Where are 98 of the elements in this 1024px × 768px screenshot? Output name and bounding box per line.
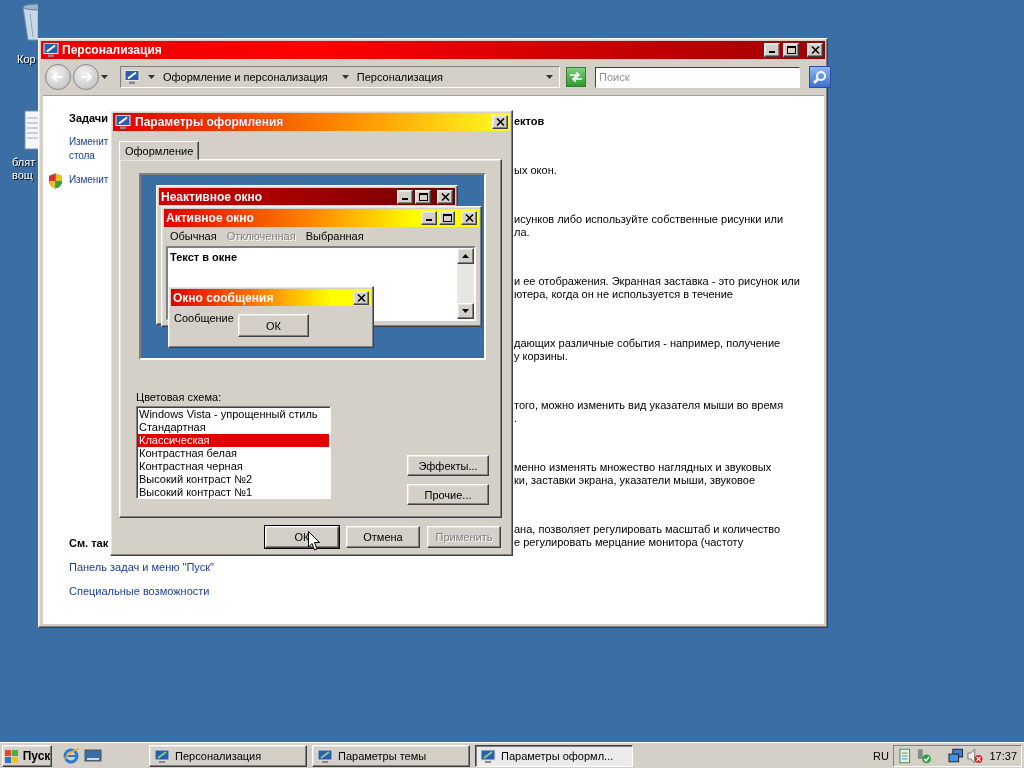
list-item[interactable]: Контрастная черная xyxy=(138,460,329,473)
dialog-button[interactable]: ОК xyxy=(265,526,339,548)
section-heading: См. так xyxy=(69,537,110,550)
show-desktop-icon[interactable] xyxy=(84,748,102,764)
maximize-button[interactable] xyxy=(439,211,455,225)
search-button[interactable] xyxy=(809,66,831,88)
ok-button[interactable]: ОК xyxy=(237,314,309,337)
tab[interactable]: Оформление xyxy=(119,141,200,160)
close-button[interactable] xyxy=(437,189,453,204)
section-heading: ектов xyxy=(514,115,546,128)
maximize-icon xyxy=(418,192,428,201)
description-text: ана, позволяет регулировать масштаб и количество е регулировать мерцание монитора (частоту xyxy=(514,523,782,549)
close-button[interactable] xyxy=(807,43,823,57)
list-item[interactable]: Высокий контраст №1 xyxy=(138,486,329,499)
section-heading: Задачи xyxy=(69,112,109,125)
maximize-button[interactable] xyxy=(783,43,799,57)
breadcrumb-link[interactable]: Персонализация xyxy=(356,71,443,83)
back-arrow-icon xyxy=(52,72,64,82)
browser-icon[interactable] xyxy=(62,747,80,765)
triangle-down-icon xyxy=(462,309,469,313)
list-label: Цветовая схема: xyxy=(136,391,222,403)
scroll-down-button[interactable] xyxy=(457,303,474,319)
list-item[interactable]: Windows Vista - упрощенный стиль xyxy=(138,408,329,421)
monitor-icon xyxy=(317,748,333,764)
color-scheme-list[interactable]: Windows Vista - упрощенный стиль Стандартная Классическая Контрастная белая Контрастная черная Высокий контраст №2 Высокий контраст №1 xyxy=(136,406,331,499)
monitor-icon xyxy=(154,748,170,764)
desktop-icon-label[interactable]: блят вощ xyxy=(12,156,36,182)
caret-icon[interactable] xyxy=(101,75,108,79)
triangle-up-icon xyxy=(462,254,469,258)
description-text: того, можно изменить вид указателя мыши во время . xyxy=(514,399,785,425)
search-icon xyxy=(813,70,827,84)
document-icon[interactable] xyxy=(24,110,38,150)
back-button[interactable] xyxy=(45,64,71,90)
caret-icon[interactable] xyxy=(546,75,553,79)
window-text: Текст в окне xyxy=(170,251,237,263)
description-text: ых окон. xyxy=(514,164,558,177)
monitor-icon xyxy=(124,69,140,85)
close-button[interactable] xyxy=(353,290,369,305)
dialog-button[interactable]: Эффекты... xyxy=(407,455,489,476)
forward-arrow-icon xyxy=(80,72,92,82)
close-icon xyxy=(464,214,474,222)
caret-icon[interactable] xyxy=(148,75,155,79)
window-title: Окно сообщения xyxy=(173,290,274,305)
monitor-icon xyxy=(43,42,59,58)
network-icon[interactable] xyxy=(947,748,964,764)
minimize-button[interactable] xyxy=(397,189,413,204)
window-title: Персонализация xyxy=(62,43,162,57)
task-link[interactable]: Изменит стола xyxy=(69,135,109,163)
maximize-button[interactable] xyxy=(415,189,431,204)
window-title: Параметры оформления xyxy=(135,115,284,129)
scroll-up-button[interactable] xyxy=(457,248,474,264)
close-icon xyxy=(495,118,505,126)
monitor-icon xyxy=(115,114,131,130)
description-text: дающих различные события - например, получение у корзины. xyxy=(514,337,782,363)
list-item[interactable]: Высокий контраст №2 xyxy=(138,473,329,486)
menu-item: Отключенная xyxy=(226,230,296,242)
start-button[interactable]: Пуск xyxy=(2,745,52,767)
minimize-button[interactable] xyxy=(764,43,780,57)
minimize-button[interactable] xyxy=(421,211,437,225)
search-field[interactable]: Поиск xyxy=(595,66,800,88)
shield-icon xyxy=(48,173,63,189)
description-text: и ее отображения. Экранная заставка - это рисунок или ютера, когда он не используется в течение xyxy=(514,275,801,301)
clock[interactable]: 17:37 xyxy=(989,750,1017,762)
maximize-icon xyxy=(442,214,452,222)
dialog-button[interactable]: Отмена xyxy=(346,526,420,548)
breadcrumb-link[interactable]: Оформление и персонализация xyxy=(163,71,328,83)
desktop-icon-label[interactable]: Кор xyxy=(17,53,36,66)
see-also-link[interactable]: Специальные возможности xyxy=(69,584,210,598)
task-link[interactable]: Изменит xyxy=(69,173,109,187)
window-title: Активное окно xyxy=(166,211,254,225)
address-bar[interactable]: Оформление и персонализация Персонализация xyxy=(120,66,560,88)
mouse-pointer-icon xyxy=(308,531,320,551)
close-icon xyxy=(356,293,366,302)
monitor-icon xyxy=(480,748,496,764)
dialog-button[interactable]: Прочие... xyxy=(407,484,489,505)
list-item[interactable]: Стандартная xyxy=(138,421,329,434)
close-icon xyxy=(440,192,450,201)
taskbar-button[interactable]: Параметры темы xyxy=(312,745,470,767)
refresh-button[interactable] xyxy=(566,67,586,87)
document-icon[interactable] xyxy=(898,748,912,764)
close-button[interactable] xyxy=(461,211,477,225)
close-icon xyxy=(810,46,820,54)
message-text: Сообщение xyxy=(174,312,234,324)
refresh-icon xyxy=(569,71,583,83)
description-text: исунков либо используйте собственные рисунки или ла. xyxy=(514,213,785,239)
caret-icon[interactable] xyxy=(341,75,349,79)
language-indicator[interactable]: RU xyxy=(873,750,889,762)
speaker-muted-icon[interactable] xyxy=(966,748,984,764)
maximize-icon xyxy=(786,46,796,54)
list-item[interactable]: Классическая xyxy=(138,434,329,447)
taskbar-button[interactable]: Параметры оформл... xyxy=(475,745,633,767)
close-button[interactable] xyxy=(492,115,508,129)
taskbar-button[interactable]: Персонализация xyxy=(149,745,307,767)
list-item[interactable]: Контрастная белая xyxy=(138,447,329,460)
window-title: Неактивное окно xyxy=(161,189,263,204)
flag-icon xyxy=(3,748,20,764)
description-text: менно изменять множество наглядных и звуковых ки, заставки экрана, указатели мыши, звуковое xyxy=(514,461,773,487)
see-also-link[interactable]: Панель задач и меню "Пуск" xyxy=(69,560,214,574)
